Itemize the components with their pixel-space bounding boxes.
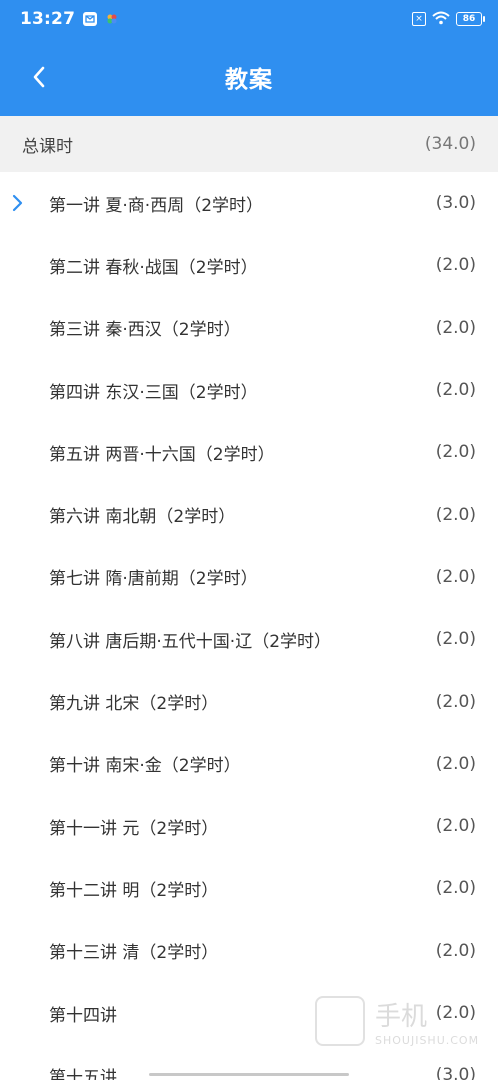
lesson-row[interactable]: 第七讲 隋·唐前期（2学时） (2.0) — [0, 546, 498, 608]
watermark-logo — [315, 996, 365, 1046]
lesson-title: 第十三讲 清（2学时） — [49, 943, 219, 964]
lesson-title: 第八讲 唐后期·五代十国·辽（2学时） — [49, 631, 332, 652]
total-hours-row: 总课时 (34.0) — [0, 116, 498, 172]
back-button[interactable] — [22, 60, 56, 94]
lesson-row[interactable]: 第九讲 北宋（2学时） (2.0) — [0, 670, 498, 732]
lesson-hours: (2.0) — [435, 442, 476, 463]
status-time: 13:27 — [20, 9, 76, 29]
lesson-hours: (3.0) — [435, 193, 476, 214]
app-bar: 教案 — [0, 38, 498, 116]
lesson-hours: (2.0) — [435, 629, 476, 650]
lesson-title: 第六讲 南北朝（2学时） — [49, 507, 236, 528]
lesson-hours: (2.0) — [435, 940, 476, 961]
lesson-list: 第一讲 夏·商·西周（2学时） (3.0) 第二讲 春秋·战国（2学时） (2.0) 第… — [0, 172, 498, 1080]
watermark-text: 手机 — [375, 1002, 428, 1032]
lesson-row[interactable]: 第十一讲 元（2学时） (2.0) — [0, 795, 498, 857]
chevron-right-icon — [12, 195, 23, 212]
lesson-hours: (2.0) — [435, 753, 476, 774]
watermark: 手机 SHOUJISHU.COM — [315, 992, 490, 1074]
lesson-row[interactable]: 第十讲 南宋·金（2学时） (2.0) — [0, 733, 498, 795]
lesson-hours: (2.0) — [435, 691, 476, 712]
lesson-title: 第十一讲 元（2学时） — [49, 818, 219, 839]
battery-icon: 86 — [456, 12, 485, 26]
lesson-title: 第七讲 隋·唐前期（2学时） — [49, 569, 258, 590]
lesson-hours: (2.0) — [435, 317, 476, 338]
home-indicator[interactable] — [149, 1073, 349, 1076]
sim-icon: × — [412, 12, 426, 26]
lesson-title: 第十二讲 明（2学时） — [49, 880, 219, 901]
page-title: 教案 — [225, 67, 273, 93]
chevron-left-icon — [33, 66, 45, 88]
lesson-row[interactable]: 第五讲 两晋·十六国（2学时） (2.0) — [0, 421, 498, 483]
status-left: 13:27 — [20, 9, 119, 29]
lesson-row[interactable]: 第十三讲 清（2学时） (2.0) — [0, 920, 498, 982]
top-bar: 13:27 × 86 教案 — [0, 0, 498, 116]
lesson-row[interactable]: 第四讲 东汉·三国（2学时） (2.0) — [0, 359, 498, 421]
mail-icon — [83, 12, 98, 26]
lesson-title: 第九讲 北宋（2学时） — [49, 694, 219, 715]
lesson-row[interactable]: 第八讲 唐后期·五代十国·辽（2学时） (2.0) — [0, 608, 498, 670]
lesson-title: 第四讲 东汉·三国（2学时） — [49, 382, 258, 403]
app-icon — [105, 12, 119, 26]
lesson-title: 第十讲 南宋·金（2学时） — [49, 756, 241, 777]
lesson-title: 第三讲 秦·西汉（2学时） — [49, 320, 241, 341]
lesson-row[interactable]: 第一讲 夏·商·西周（2学时） (3.0) — [0, 172, 498, 234]
lesson-row[interactable]: 第三讲 秦·西汉（2学时） (2.0) — [0, 297, 498, 359]
lesson-hours: (2.0) — [435, 504, 476, 525]
lesson-hours: (2.0) — [435, 878, 476, 899]
lesson-hours: (2.0) — [435, 380, 476, 401]
app-root: 13:27 × 86 教案 总课时 (34.0) 第一讲 夏·商·西周（2学时）… — [0, 0, 498, 1080]
lesson-title: 第五讲 两晋·十六国（2学时） — [49, 444, 275, 465]
lesson-hours: (2.0) — [435, 816, 476, 837]
total-hours-label: 总课时 — [22, 136, 73, 157]
lesson-hours: (2.0) — [435, 566, 476, 587]
lesson-row[interactable]: 第二讲 春秋·战国（2学时） (2.0) — [0, 234, 498, 296]
lesson-row[interactable]: 第十二讲 明（2学时） (2.0) — [0, 857, 498, 919]
status-bar: 13:27 × 86 — [0, 0, 498, 38]
wifi-icon — [432, 10, 450, 29]
lesson-title: 第一讲 夏·商·西周（2学时） — [49, 195, 264, 216]
status-right: × 86 — [412, 10, 485, 29]
lesson-row[interactable]: 第六讲 南北朝（2学时） (2.0) — [0, 483, 498, 545]
lesson-title: 第二讲 春秋·战国（2学时） — [49, 257, 258, 278]
total-hours-value: (34.0) — [424, 134, 476, 154]
lesson-hours: (2.0) — [435, 255, 476, 276]
watermark-sub: SHOUJISHU.COM — [375, 1034, 480, 1047]
battery-level: 86 — [462, 14, 476, 24]
